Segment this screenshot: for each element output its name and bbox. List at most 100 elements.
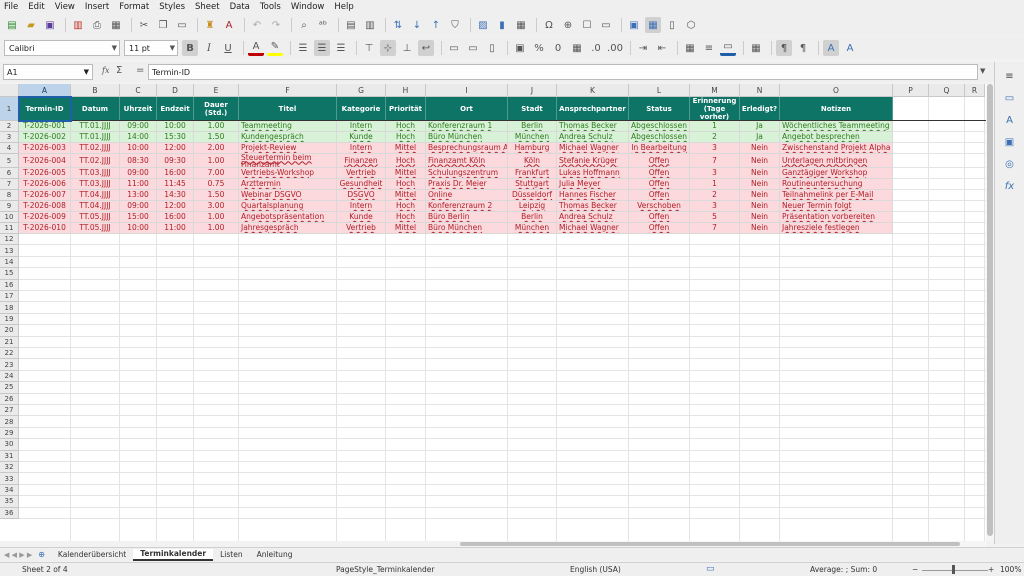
table-cell[interactable]: Mittel [386, 223, 426, 234]
table-cell[interactable]: Konferenzraum 2 [426, 201, 508, 212]
table-cell[interactable]: 11:00 [157, 223, 194, 234]
table-cell[interactable]: TT.04.JJJJ [71, 190, 120, 201]
print-icon[interactable]: ⎙ [89, 17, 105, 33]
table-cell[interactable]: 11:45 [157, 179, 194, 190]
table-cell[interactable]: Abgeschlossen [629, 132, 690, 143]
table-cell[interactable]: Nein [740, 154, 780, 168]
sort-icon[interactable]: ⇅ [390, 17, 406, 33]
align-bottom-icon[interactable]: ⊥ [399, 40, 415, 56]
table-header-cell[interactable]: Erledigt? [740, 97, 780, 121]
table-cell[interactable]: TT.01.JJJJ [71, 132, 120, 143]
sheet-tab[interactable]: Anleitung [250, 549, 300, 561]
column-header-q[interactable]: Q [929, 84, 965, 97]
table-cell[interactable]: Zwischenstand Projekt Alpha [780, 143, 893, 154]
table-cell[interactable]: 13:00 [120, 190, 157, 201]
table-cell[interactable]: München [508, 132, 557, 143]
table-cell[interactable]: Mittel [386, 168, 426, 179]
table-cell[interactable]: TT.03.JJJJ [71, 168, 120, 179]
merge-cells-icon[interactable]: ▭ [465, 40, 481, 56]
table-header-cell[interactable]: Datum [71, 97, 120, 121]
styles-icon[interactable]: A [1001, 112, 1019, 128]
sheet-tab[interactable]: Kalenderübersicht [51, 549, 133, 561]
table-cell[interactable]: 11:00 [120, 179, 157, 190]
table-cell[interactable]: T-2026-003 [19, 143, 71, 154]
table-cell[interactable]: 15:00 [120, 212, 157, 223]
vertical-scrollbar[interactable] [986, 84, 994, 541]
clone-formatting-icon[interactable]: ♜ [202, 17, 218, 33]
column-icon[interactable]: ▥ [362, 17, 378, 33]
table-cell[interactable]: 2.00 [194, 143, 239, 154]
table-cell[interactable]: Quartalsplanung [239, 201, 337, 212]
row-header[interactable]: 23 [0, 359, 19, 371]
table-cell[interactable]: 7.00 [194, 168, 239, 179]
table-cell[interactable]: 3 [690, 201, 740, 212]
scroll-thumb[interactable] [460, 542, 960, 546]
table-cell[interactable]: Konferenzraum 1 [426, 121, 508, 132]
table-cell[interactable]: Nein [740, 179, 780, 190]
special-character-icon[interactable]: Ω [541, 17, 557, 33]
table-cell[interactable]: TT.02.JJJJ [71, 154, 120, 168]
table-cell[interactable]: Düsseldorf [508, 190, 557, 201]
unmerge-cells-icon[interactable]: ▯ [484, 40, 500, 56]
split-window-icon[interactable]: ▯ [664, 17, 680, 33]
table-cell[interactable]: Nein [740, 201, 780, 212]
align-top-icon[interactable]: ⊤ [361, 40, 377, 56]
table-cell[interactable]: Ja [740, 132, 780, 143]
table-cell[interactable]: 10:00 [120, 223, 157, 234]
row-header[interactable]: 24 [0, 370, 19, 383]
italic-icon[interactable]: I [201, 40, 217, 56]
row-header[interactable]: 29 [0, 427, 19, 440]
add-decimal-icon[interactable]: .0 [588, 40, 604, 56]
currency-format-icon[interactable]: ▣ [512, 40, 528, 56]
table-cell[interactable]: T-2026-001 [19, 121, 71, 132]
menu-item-view[interactable]: View [55, 2, 75, 12]
menu-item-sheet[interactable]: Sheet [195, 2, 220, 12]
column-header-m[interactable]: M [690, 84, 740, 97]
table-cell[interactable]: In Bearbeitung [629, 143, 690, 154]
table-cell[interactable]: Stuttgart [508, 179, 557, 190]
column-header-g[interactable]: G [337, 84, 386, 97]
row-header[interactable]: 31 [0, 450, 19, 462]
table-cell[interactable]: Hoch [386, 154, 426, 168]
table-cell[interactable]: Finanzamt Köln [426, 154, 508, 168]
find-replace-icon[interactable]: ⌕ [296, 17, 312, 33]
table-cell[interactable]: Steuertermin beim Finanzamt [239, 154, 337, 168]
show-draw-functions-icon[interactable]: ⬡ [683, 17, 699, 33]
undo-icon[interactable]: ↶ [249, 17, 265, 33]
export-pdf-icon[interactable]: ▥ [70, 17, 86, 33]
row-header[interactable]: 5 [0, 154, 19, 168]
column-header-f[interactable]: F [239, 84, 337, 97]
text-direction-horizontal-icon[interactable]: A [823, 40, 839, 56]
sheet-tab[interactable]: Terminkalender [133, 548, 214, 561]
zoom-slider-handle[interactable] [952, 565, 955, 574]
table-cell[interactable]: TT.02.JJJJ [71, 143, 120, 154]
highlight-color-icon[interactable]: ✎ [267, 40, 283, 56]
open-icon[interactable]: ▰ [23, 17, 39, 33]
table-cell[interactable]: T-2026-005 [19, 168, 71, 179]
table-cell[interactable]: Webinar DSGVO [239, 190, 337, 201]
column-header-r[interactable]: R [965, 84, 985, 97]
menu-item-file[interactable]: File [4, 2, 18, 12]
font-color-icon[interactable]: A [248, 40, 264, 56]
copy-icon[interactable]: ❐ [155, 17, 171, 33]
menu-item-edit[interactable]: Edit [28, 2, 44, 12]
number-format-icon[interactable]: 0 [550, 40, 566, 56]
row-header[interactable]: 28 [0, 416, 19, 428]
sort-descending-icon[interactable]: ↑ [428, 17, 444, 33]
row-header[interactable]: 12 [0, 234, 19, 246]
table-cell[interactable]: Nein [740, 168, 780, 179]
table-cell[interactable]: Routineuntersuchung [780, 179, 893, 190]
table-cell[interactable]: Offen [629, 223, 690, 234]
table-cell[interactable]: 1.00 [194, 121, 239, 132]
comment-icon[interactable]: ☐ [579, 17, 595, 33]
table-cell[interactable]: Hamburg [508, 143, 557, 154]
row-header[interactable]: 25 [0, 382, 19, 394]
row-header[interactable]: 33 [0, 473, 19, 485]
table-cell[interactable]: Thomas Becker [557, 121, 629, 132]
spreadsheet-grid[interactable]: A B C D E F G H I J K L M N O P Q R 1 2 3 4 5 6 7 8 9 10 11 12 13 14 15 1… [0, 84, 986, 541]
table-cell[interactable]: Thomas Becker [557, 201, 629, 212]
row-header[interactable]: 3 [0, 132, 19, 143]
table-cell[interactable]: TT.04.JJJJ [71, 201, 120, 212]
table-header-cell[interactable]: Stadt [508, 97, 557, 121]
sheet-tab[interactable]: Listen [213, 549, 249, 561]
